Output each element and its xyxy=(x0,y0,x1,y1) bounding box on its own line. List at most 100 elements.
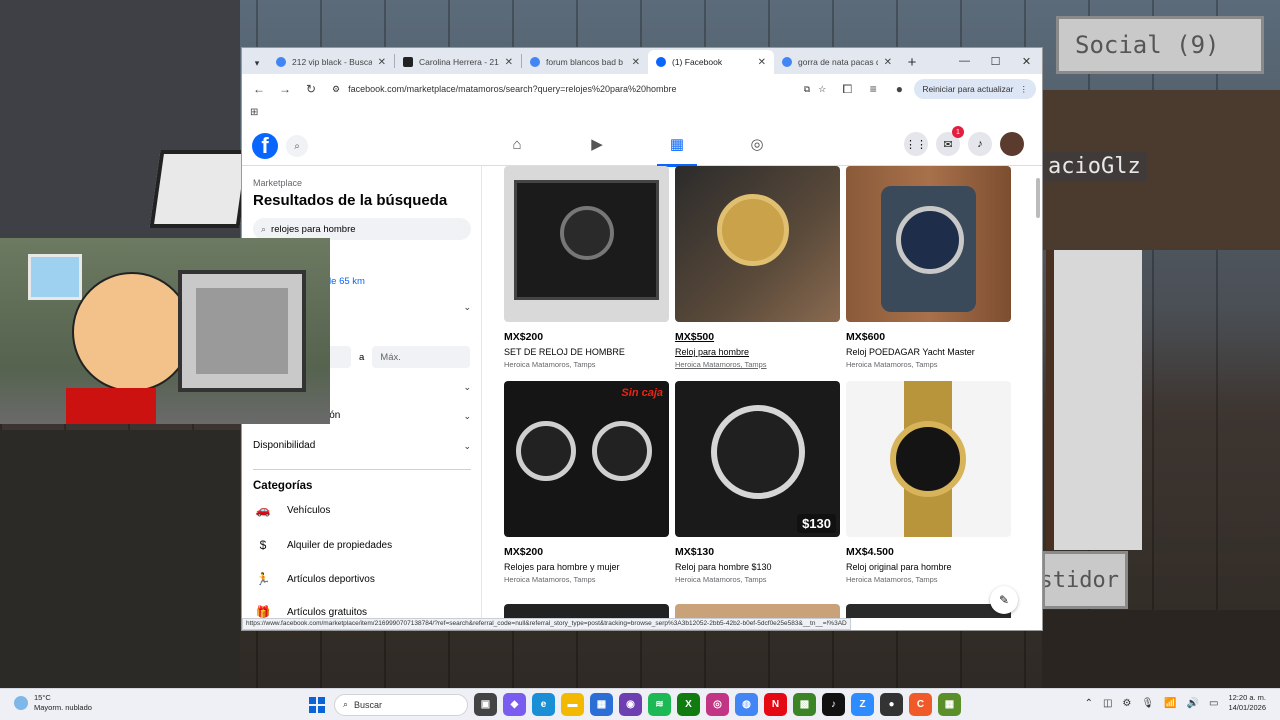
network-icon[interactable]: ◫ xyxy=(1103,698,1112,709)
notifications-bell-icon[interactable]: ♪ xyxy=(968,132,992,156)
tab-search-icon[interactable]: ▾ xyxy=(246,52,268,74)
tab-strip: ▾ 212 vip black - Busca ✕ Carolina Herre… xyxy=(242,48,1042,74)
task-view-icon[interactable]: ▣ xyxy=(474,693,497,716)
weather-widget[interactable]: 15°C Mayorm. nublado xyxy=(14,693,92,713)
chevron-up-icon[interactable]: ⌃ xyxy=(1085,698,1093,709)
listing-image[interactable] xyxy=(675,166,840,322)
taskbar-search[interactable]: ⌕ Buscar xyxy=(334,693,468,716)
listing-image[interactable]: Sin caja xyxy=(504,381,669,537)
listing-image[interactable] xyxy=(846,381,1011,537)
facebook-logo-icon[interactable]: f xyxy=(252,133,278,159)
breadcrumb[interactable]: Marketplace xyxy=(253,178,302,188)
listing-card[interactable]: MX$500 Reloj para hombre Heroica Matamor… xyxy=(675,166,840,369)
chrome-icon[interactable]: ◍ xyxy=(735,693,758,716)
avatar[interactable] xyxy=(1000,132,1024,156)
browser-toolbar: ← → ↻ ⚙ facebook.com/marketplace/matamor… xyxy=(242,74,1042,104)
microphone-icon[interactable]: 🎙 xyxy=(1141,698,1154,709)
windows-start-icon[interactable] xyxy=(306,694,328,716)
new-tab-button[interactable]: + xyxy=(900,50,924,74)
extensions-icon[interactable]: ⧠ xyxy=(836,78,858,100)
home-icon[interactable]: ⌂ xyxy=(497,130,537,158)
tab-2[interactable]: forum blancos bad b ✕ xyxy=(522,50,648,74)
file-explorer-icon[interactable]: ▬ xyxy=(561,693,584,716)
listing-image[interactable] xyxy=(846,166,1011,322)
profile-extension-icon[interactable]: ● xyxy=(888,78,910,100)
reading-list-icon[interactable]: ≡ xyxy=(862,78,884,100)
minecraft-icon[interactable]: ▩ xyxy=(793,693,816,716)
battery-icon[interactable]: ▭ xyxy=(1209,698,1218,709)
close-icon[interactable]: ✕ xyxy=(505,57,513,68)
forward-icon[interactable]: → xyxy=(274,78,296,100)
clock[interactable]: 12:20 a. m. 14/01/2026 xyxy=(1228,693,1266,713)
category-rentals[interactable]: $ Alquiler de propiedades xyxy=(253,535,392,555)
install-icon[interactable]: ⧉ xyxy=(804,84,810,95)
price-max-input[interactable]: Máx. xyxy=(372,346,471,368)
minimize-icon[interactable]: — xyxy=(949,48,980,74)
copilot-icon[interactable]: ◆ xyxy=(503,693,526,716)
listing-image[interactable] xyxy=(675,604,840,618)
category-vehicles[interactable]: 🚗 Vehículos xyxy=(253,500,331,520)
search-input[interactable]: ⌕ relojes para hombre xyxy=(253,218,471,240)
listing-card[interactable]: MX$600 Reloj POEDAGAR Yacht Master Heroi… xyxy=(846,166,1011,369)
compose-edit-icon[interactable]: ✎ xyxy=(990,586,1018,614)
messenger-icon[interactable]: ✉ 1 xyxy=(936,126,964,156)
category-sports[interactable]: 🏃 Artículos deportivos xyxy=(253,569,375,589)
listing-image[interactable]: $130 xyxy=(675,381,840,537)
maximize-icon[interactable]: ☐ xyxy=(980,48,1011,74)
tab-3[interactable]: (1) Facebook ✕ xyxy=(648,50,774,74)
close-icon[interactable]: ✕ xyxy=(378,57,386,68)
close-icon[interactable]: ✕ xyxy=(632,57,640,68)
tab-1[interactable]: Carolina Herrera - 21 ✕ xyxy=(395,50,521,74)
wifi-icon[interactable]: 📶 xyxy=(1164,698,1176,709)
more-menu-icon[interactable]: ⋮ xyxy=(1020,84,1029,95)
obs-icon[interactable]: ● xyxy=(880,693,903,716)
store-icon[interactable]: ▦ xyxy=(590,693,613,716)
instagram-icon[interactable]: ◎ xyxy=(706,693,729,716)
gaming-icon[interactable]: ◎ xyxy=(737,130,777,158)
close-window-icon[interactable]: ✕ xyxy=(1011,48,1042,74)
photos-icon[interactable]: ◉ xyxy=(619,693,642,716)
listing-image[interactable] xyxy=(504,166,669,322)
chevron-down-icon[interactable]: ⌄ xyxy=(463,382,471,393)
google-icon xyxy=(276,57,286,67)
edge-icon[interactable]: e xyxy=(532,693,555,716)
tiktok-icon[interactable]: ♪ xyxy=(822,693,845,716)
bookmark-star-icon[interactable]: ☆ xyxy=(818,84,826,95)
update-button[interactable]: Reiniciar para actualizar ⋮ xyxy=(914,79,1036,99)
chevron-down-icon[interactable]: ⌄ xyxy=(463,441,471,452)
tab-0[interactable]: 212 vip black - Busca ✕ xyxy=(268,50,394,74)
listing-image[interactable] xyxy=(504,604,669,618)
close-icon[interactable]: ✕ xyxy=(758,57,766,68)
settings-icon[interactable]: ⚙ xyxy=(1122,698,1131,709)
apps-grid-icon[interactable]: ⊞ xyxy=(250,107,258,118)
listings-grid: MX$200 SET DE RELOJ DE HOMBRE Heroica Ma… xyxy=(504,166,1014,618)
category-free[interactable]: 🎁 Artículos gratuitos xyxy=(253,602,368,618)
listing-card[interactable]: Sin caja MX$200 Relojes para hombre y mu… xyxy=(504,381,669,584)
address-bar[interactable]: ⚙ facebook.com/marketplace/matamoros/sea… xyxy=(326,78,833,100)
listing-card[interactable]: MX$4.500 Reloj original para hombre Hero… xyxy=(846,381,1011,584)
marketplace-icon[interactable]: ▦ xyxy=(657,130,697,167)
tab-4[interactable]: gorra de nata pacas d ✕ xyxy=(774,50,900,74)
volume-icon[interactable]: 🔊 xyxy=(1187,698,1199,709)
xbox-icon[interactable]: X xyxy=(677,693,700,716)
availability-filter[interactable]: Disponibilidad xyxy=(253,440,315,451)
chevron-down-icon[interactable]: ⌄ xyxy=(463,411,471,422)
chevron-down-icon[interactable]: ⌄ xyxy=(463,302,471,313)
menu-grid-icon[interactable]: ⋮⋮ xyxy=(904,132,928,156)
page-scrollbar[interactable] xyxy=(1036,178,1040,218)
netflix-icon[interactable]: N xyxy=(764,693,787,716)
site-info-icon[interactable]: ⚙ xyxy=(332,84,340,95)
listing-card[interactable]: MX$200 SET DE RELOJ DE HOMBRE Heroica Ma… xyxy=(504,166,669,369)
spotify-icon[interactable]: ≋ xyxy=(648,693,671,716)
close-icon[interactable]: ✕ xyxy=(884,57,892,68)
listing-card[interactable]: $130 MX$130 Reloj para hombre $130 Heroi… xyxy=(675,381,840,584)
reload-icon[interactable]: ↻ xyxy=(300,78,322,100)
back-icon[interactable]: ← xyxy=(248,78,270,100)
divider xyxy=(253,469,471,470)
crunchyroll-icon[interactable]: C xyxy=(909,693,932,716)
search-icon[interactable]: ⌕ xyxy=(286,135,308,157)
minecraft-launcher-icon[interactable]: ▦ xyxy=(938,693,961,716)
zoom-icon[interactable]: Z xyxy=(851,693,874,716)
listing-image[interactable] xyxy=(846,604,1011,618)
video-icon[interactable]: ▶ xyxy=(577,130,617,158)
